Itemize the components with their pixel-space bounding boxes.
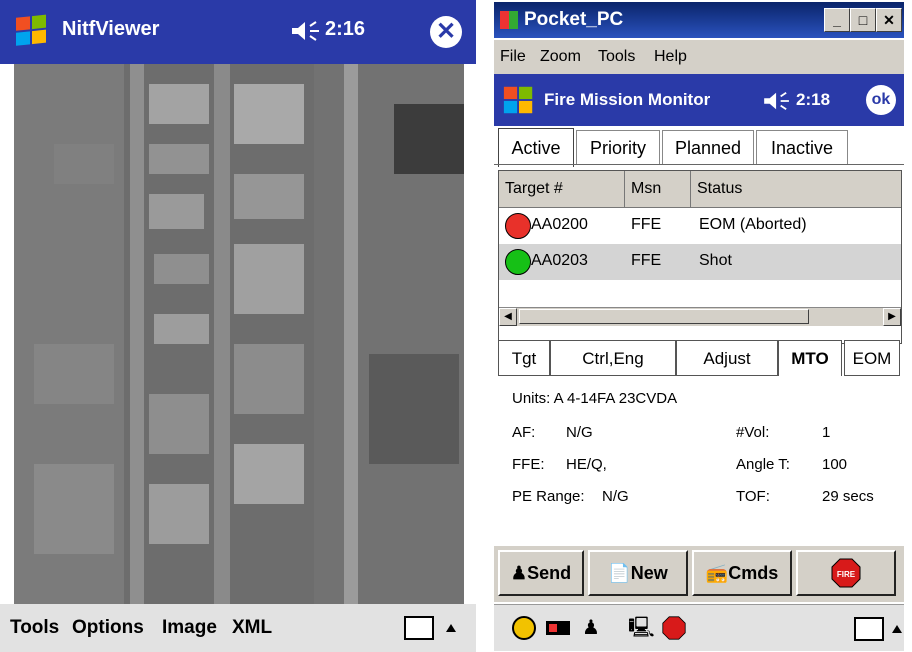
close-button[interactable]: ✕ (430, 16, 462, 48)
header-target[interactable]: Target # (499, 171, 625, 207)
pe-range-value: N/G (602, 488, 629, 505)
soldier-icon[interactable]: ♟ (582, 616, 606, 640)
pocket-pc-icon (500, 11, 518, 29)
scroll-thumb[interactable] (519, 309, 809, 324)
ffe-value: HE/Q, (566, 456, 607, 473)
tab-planned[interactable]: Planned (662, 130, 754, 165)
keyboard-icon[interactable] (854, 617, 884, 641)
tab-active[interactable]: Active (498, 128, 574, 167)
tab-mto[interactable]: MTO (778, 340, 842, 376)
menu-options[interactable]: Options (72, 617, 144, 639)
menu-image[interactable]: Image (162, 617, 217, 639)
app-title: Fire Mission Monitor (544, 90, 711, 109)
clock-icon[interactable] (512, 616, 536, 640)
fire-icon-text: FIRE (837, 570, 856, 579)
list-row[interactable]: AA0203 FFE Shot (499, 244, 901, 280)
tab-tgt[interactable]: Tgt (498, 340, 550, 376)
row-status: Shot (699, 252, 732, 269)
tof-value: 29 secs (822, 488, 874, 505)
maximize-button[interactable]: □ (850, 8, 876, 32)
left-menu-bar: Tools Options Image XML (0, 604, 476, 652)
taskbar: ♟ 🖳 (494, 604, 904, 651)
angle-value: 100 (822, 456, 848, 473)
tab-adjust[interactable]: Adjust (676, 340, 778, 376)
horizontal-scrollbar[interactable]: ◀ ▶ (499, 307, 901, 326)
command-bar: ♟Send 📄New 📻Cmds FIRE (494, 546, 904, 602)
title-bar: NitfViewer 2:16 ✕ (0, 0, 476, 64)
af-label: AF: (512, 424, 536, 441)
target-list[interactable]: Target # Msn Status AA0200 FFE EOM (Abor… (498, 170, 902, 344)
new-label: New (630, 563, 668, 583)
tab-divider (494, 164, 904, 165)
header-msn[interactable]: Msn (625, 171, 691, 207)
send-button[interactable]: ♟Send (498, 550, 584, 596)
soldier-icon: ♟ (510, 563, 528, 583)
cmds-label: Cmds (728, 563, 779, 583)
tab-priority[interactable]: Priority (576, 130, 660, 165)
app-title: NitfViewer (62, 18, 160, 40)
nitfviewer-screen: NitfViewer 2:16 ✕ Tools Options Image XM… (0, 0, 476, 652)
row-msn: FFE (631, 216, 662, 233)
ffe-label: FFE: (512, 456, 545, 473)
pe-range-label: PE Range: (512, 488, 585, 505)
fire-button[interactable]: FIRE (796, 550, 896, 596)
chevron-up-icon[interactable] (892, 625, 902, 633)
ok-button[interactable]: ok (866, 85, 896, 115)
angle-label: Angle T: (736, 456, 790, 473)
window-title-bar: Pocket_PC _ □ ✕ (494, 2, 904, 38)
windows-logo-icon[interactable] (14, 14, 50, 50)
tab-eom[interactable]: EOM (844, 340, 900, 376)
new-button[interactable]: 📄New (588, 550, 688, 596)
row-msn: FFE (631, 252, 662, 269)
list-row[interactable]: AA0200 FFE EOM (Aborted) (499, 208, 901, 244)
vol-value: 1 (822, 424, 831, 441)
document-icon: 📄 (608, 563, 631, 583)
status-red-icon (505, 213, 531, 239)
row-status: EOM (Aborted) (699, 216, 807, 233)
clock-time[interactable]: 2:16 (325, 18, 365, 41)
menu-help[interactable]: Help (654, 48, 687, 66)
row-target: AA0200 (531, 216, 588, 233)
menu-zoom[interactable]: Zoom (540, 48, 581, 66)
status-green-icon (505, 249, 531, 275)
header-status[interactable]: Status (691, 171, 901, 207)
chevron-up-icon[interactable] (446, 624, 456, 632)
vol-label: #Vol: (736, 424, 770, 441)
computer-icon[interactable]: 🖳 (628, 616, 655, 640)
units-text: Units: A 4-14FA 23CVDA (512, 390, 678, 407)
battery-icon[interactable] (546, 621, 570, 635)
menu-tools[interactable]: Tools (598, 48, 635, 66)
tof-label: TOF: (736, 488, 770, 505)
keyboard-icon[interactable] (404, 616, 434, 640)
cmds-button[interactable]: 📻Cmds (692, 550, 792, 596)
minimize-button[interactable]: _ (824, 8, 850, 32)
tab-inactive[interactable]: Inactive (756, 130, 848, 165)
speaker-icon[interactable] (762, 90, 792, 112)
close-button[interactable]: ✕ (876, 8, 902, 32)
x-circle-icon: ✕ (435, 18, 457, 45)
tab-ctrl-eng[interactable]: Ctrl,Eng (550, 340, 676, 376)
af-value: N/G (566, 424, 593, 441)
radio-icon: 📻 (705, 563, 729, 583)
clock-time[interactable]: 2:18 (796, 90, 830, 110)
window-menu-bar: File Zoom Tools Help (494, 40, 904, 74)
scroll-left-button[interactable]: ◀ (499, 308, 517, 326)
fire-stop-icon: FIRE (831, 558, 861, 588)
list-header: Target # Msn Status (499, 171, 901, 208)
app-title-bar: Fire Mission Monitor 2:18 ok (494, 74, 904, 126)
pocket-pc-window: Pocket_PC _ □ ✕ File Zoom Tools Help Fir… (484, 0, 912, 652)
menu-tools[interactable]: Tools (10, 617, 59, 639)
fire-stop-icon[interactable] (662, 616, 686, 640)
menu-xml[interactable]: XML (232, 617, 272, 639)
scroll-right-button[interactable]: ▶ (883, 308, 901, 326)
windows-logo-icon[interactable] (502, 83, 536, 117)
send-label: Send (527, 563, 572, 583)
aerial-image[interactable] (14, 64, 464, 604)
window-title: Pocket_PC (524, 9, 624, 30)
row-target: AA0203 (531, 252, 588, 269)
menu-file[interactable]: File (500, 48, 526, 66)
speaker-icon[interactable] (290, 19, 322, 43)
